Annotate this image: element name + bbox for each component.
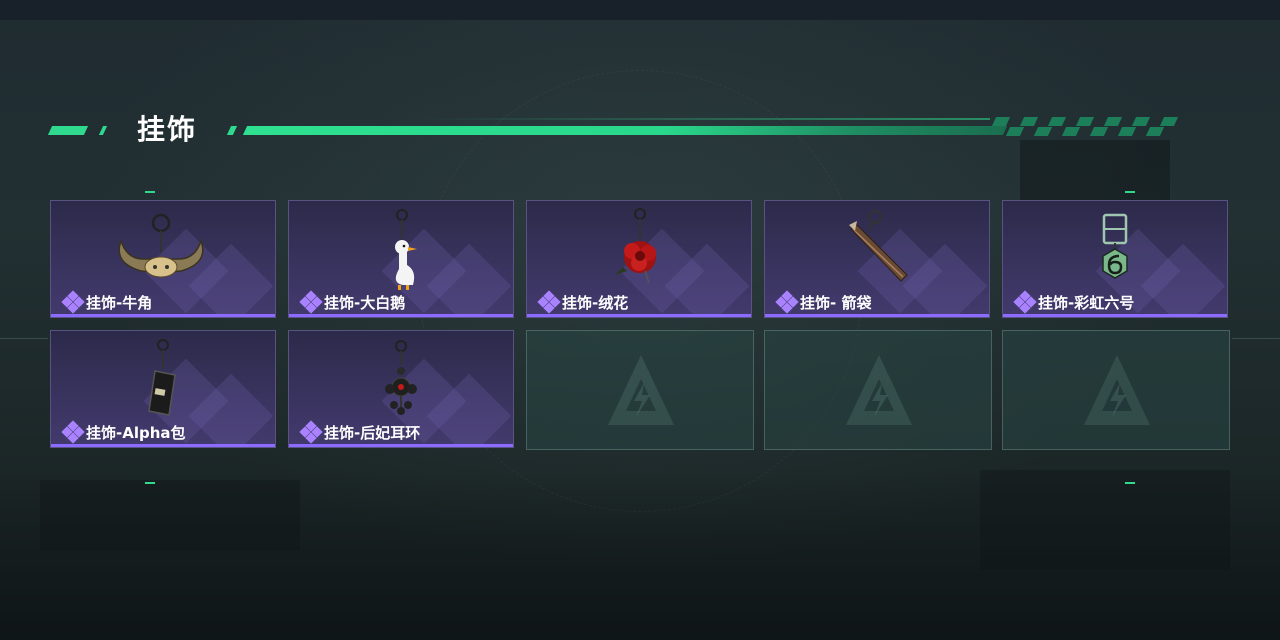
side-rail-right: [1232, 338, 1280, 339]
rarity-diamond-icon: [61, 290, 85, 314]
side-rail-left: [0, 338, 48, 339]
rarity-diamond-icon: [61, 420, 85, 444]
charm-card[interactable]: 挂饰-后妃耳环: [288, 330, 514, 448]
corner-tick: [1125, 482, 1135, 484]
rarity-diamond-icon: [1013, 290, 1037, 314]
corner-tick: [1125, 191, 1135, 193]
header-accent: [98, 126, 108, 135]
header-thin-line: [420, 118, 990, 120]
charm-card[interactable]: 挂饰-Alpha包: [50, 330, 276, 448]
rarity-diamond-icon: [537, 290, 561, 314]
charm-name: 挂饰-绒花: [562, 293, 629, 312]
charm-name: 挂饰- 箭袋: [800, 293, 872, 312]
header-bar: [242, 126, 1008, 135]
charm-name: 挂饰-Alpha包: [86, 423, 186, 442]
section-header: 挂饰: [0, 100, 1280, 160]
charm-card[interactable]: 挂饰-绒花: [526, 200, 752, 318]
rarity-diamond-icon: [775, 290, 799, 314]
top-band: [0, 0, 1280, 20]
section-title: 挂饰: [137, 113, 198, 146]
empty-slot: [526, 330, 754, 450]
corner-tick: [145, 482, 155, 484]
corner-tick: [145, 191, 155, 193]
charm-card[interactable]: 挂饰-牛角: [50, 200, 276, 318]
charm-name: 挂饰-牛角: [86, 293, 153, 312]
charm-card[interactable]: 挂饰- 箭袋: [764, 200, 990, 318]
empty-slot: [1002, 330, 1230, 450]
charm-name: 挂饰-彩虹六号: [1038, 293, 1135, 312]
header-accent: [47, 126, 89, 135]
header-checker-pattern: [991, 117, 1202, 136]
charm-name: 挂饰-大白鹅: [324, 293, 406, 312]
empty-slot: [764, 330, 992, 450]
rarity-diamond-icon: [299, 420, 323, 444]
empty-slot-logo-icon: [1084, 355, 1150, 425]
rarity-diamond-icon: [299, 290, 323, 314]
empty-slot-logo-icon: [846, 355, 912, 425]
charm-name: 挂饰-后妃耳环: [324, 423, 421, 442]
header-accent: [226, 126, 238, 135]
charm-card[interactable]: 挂饰-彩虹六号: [1002, 200, 1228, 318]
charm-card[interactable]: 挂饰-大白鹅: [288, 200, 514, 318]
background-skyline: [0, 470, 1280, 640]
empty-slot-logo-icon: [608, 355, 674, 425]
